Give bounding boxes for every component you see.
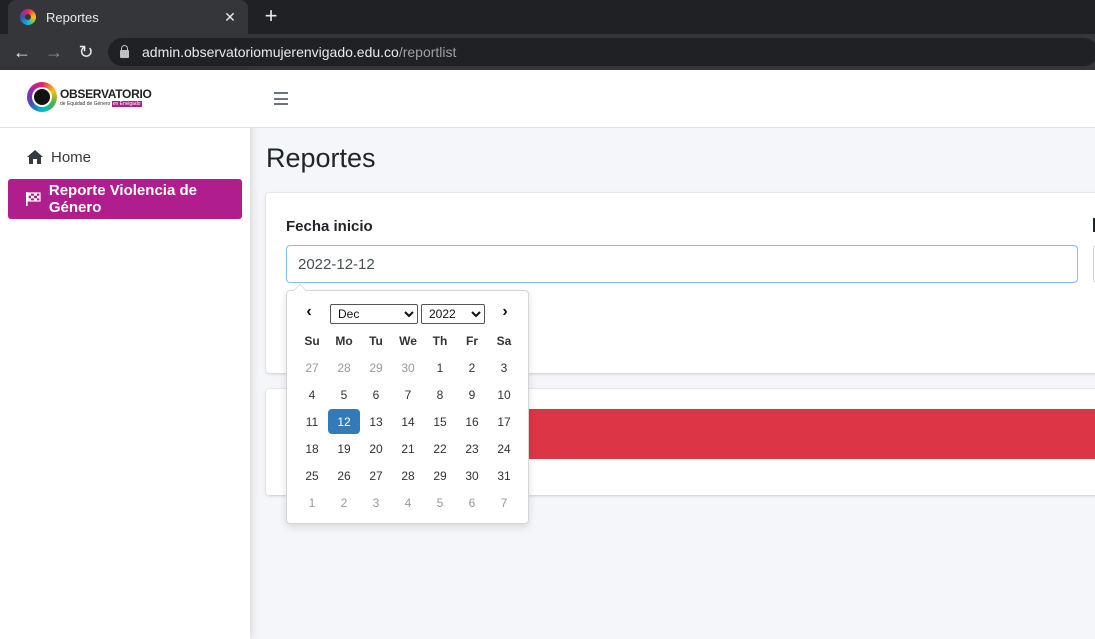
calendar-day[interactable]: 3 [360,489,392,516]
year-select[interactable]: 2022 [421,304,485,324]
sidebar-item-label: Reporte Violencia de Género [48,182,197,216]
sidebar-item-reporte-violencia[interactable]: Reporte Violencia de Género [8,179,242,219]
url-text: admin.observatoriomujerenvigado.edu.co/r… [142,44,456,60]
weekday-header: Fr [466,333,478,348]
calendar-day[interactable]: 19 [328,435,360,462]
calendar-day[interactable]: 27 [296,354,328,381]
address-bar[interactable]: admin.observatoriomujerenvigado.edu.co/r… [108,38,1095,66]
url-path: /reportlist [398,44,457,60]
calendar-day[interactable]: 23 [456,435,488,462]
forward-arrow-icon[interactable]: → [43,42,65,62]
calendar-day-selected[interactable]: 12 [328,409,360,434]
brand-subtitle: de Equidad de Género en Envigado [60,101,142,107]
calendar-day[interactable]: 1 [296,489,328,516]
calendar-day[interactable]: 7 [488,489,520,516]
calendar-day[interactable]: 11 [296,408,328,435]
brand[interactable]: OBSERVATORIO de Equidad de Género en Env… [0,70,250,128]
calendar-day[interactable]: 3 [488,354,520,381]
reload-icon[interactable]: ↻ [75,42,97,62]
calendar-day[interactable]: 8 [424,381,456,408]
brand-title: OBSERVATORIO [60,87,152,101]
menu-toggle-icon[interactable] [274,92,288,105]
calendar-day[interactable]: 30 [392,354,424,381]
browser-toolbar: ← → ↻ admin.observatoriomujerenvigado.ed… [0,34,1095,70]
weekday-header: We [399,333,417,348]
calendar-day[interactable]: 4 [296,381,328,408]
calendar-day[interactable]: 20 [360,435,392,462]
url-domain: admin.observatoriomujerenvigado.edu.co [142,44,399,60]
weekday-header: Su [304,333,320,348]
back-arrow-icon[interactable]: ← [11,42,33,62]
weekday-header: Sa [496,333,512,348]
calendar-day[interactable]: 10 [488,381,520,408]
calendar-day[interactable]: 22 [424,435,456,462]
page-title: Reportes [266,143,376,173]
calendar-day[interactable]: 29 [360,354,392,381]
calendar-day[interactable]: 29 [424,462,456,489]
sidebar-item-label: Home [51,148,92,166]
new-tab-button[interactable]: + [260,5,282,29]
calendar-day[interactable]: 5 [424,489,456,516]
calendar-day[interactable]: 21 [392,435,424,462]
calendar-day[interactable]: 6 [456,489,488,516]
brand-sub-highlight: en Envigado [111,101,142,107]
site-favicon-icon [20,9,36,25]
calendar-grid: Su Mo Tu We Th Fr Sa 27 28 29 30 1 2 3 4… [296,327,520,516]
fecha-inicio-label: Fecha inicio [286,218,373,235]
lock-icon [120,45,129,58]
calendar-day[interactable]: 24 [488,435,520,462]
calendar-day[interactable]: 28 [328,354,360,381]
calendar-day[interactable]: 5 [328,381,360,408]
calendar-day[interactable]: 17 [488,408,520,435]
calendar-day[interactable]: 15 [424,408,456,435]
calendar-day[interactable]: 18 [296,435,328,462]
calendar-day[interactable]: 13 [360,408,392,435]
calendar-day[interactable]: 25 [296,462,328,489]
calendar-day[interactable]: 16 [456,408,488,435]
calendar-day[interactable]: 2 [328,489,360,516]
calendar-day[interactable]: 4 [392,489,424,516]
chevron-right-icon[interactable]: › [495,303,515,323]
chevron-left-icon[interactable]: ‹ [299,303,319,323]
calendar-day[interactable]: 9 [456,381,488,408]
calendar-day[interactable]: 30 [456,462,488,489]
calendar-day[interactable]: 27 [360,462,392,489]
sidebar-item-home[interactable]: Home [8,137,242,177]
calendar-day[interactable]: 6 [360,381,392,408]
calendar-day[interactable]: 14 [392,408,424,435]
calendar-day[interactable]: 28 [392,462,424,489]
home-icon [25,148,45,166]
calendar-day[interactable]: 31 [488,462,520,489]
flag-checkered-icon [24,190,43,208]
calendar-day[interactable]: 1 [424,354,456,381]
calendar-day[interactable]: 2 [456,354,488,381]
observatorio-logo-icon [27,82,57,112]
browser-tab[interactable]: Reportes ✕ [8,0,248,34]
browser-tabstrip: Reportes ✕ + [0,0,1095,34]
calendar-day[interactable]: 7 [392,381,424,408]
calendar-day[interactable]: 26 [328,462,360,489]
weekday-header: Mo [335,333,353,348]
brand-sub-prefix: de Equidad de Género [60,101,111,107]
weekday-header: Tu [369,333,383,348]
tab-title: Reportes [46,9,99,25]
weekday-header: Th [432,333,448,348]
datepicker-popup: ‹ Dec 2022 › Su Mo Tu We Th Fr Sa 27 28 … [286,284,529,524]
top-navbar [250,70,1095,128]
close-icon[interactable]: ✕ [222,9,238,26]
month-select[interactable]: Dec [330,304,418,324]
sidebar: OBSERVATORIO de Equidad de Género en Env… [0,70,250,639]
fecha-inicio-input[interactable] [286,245,1078,283]
